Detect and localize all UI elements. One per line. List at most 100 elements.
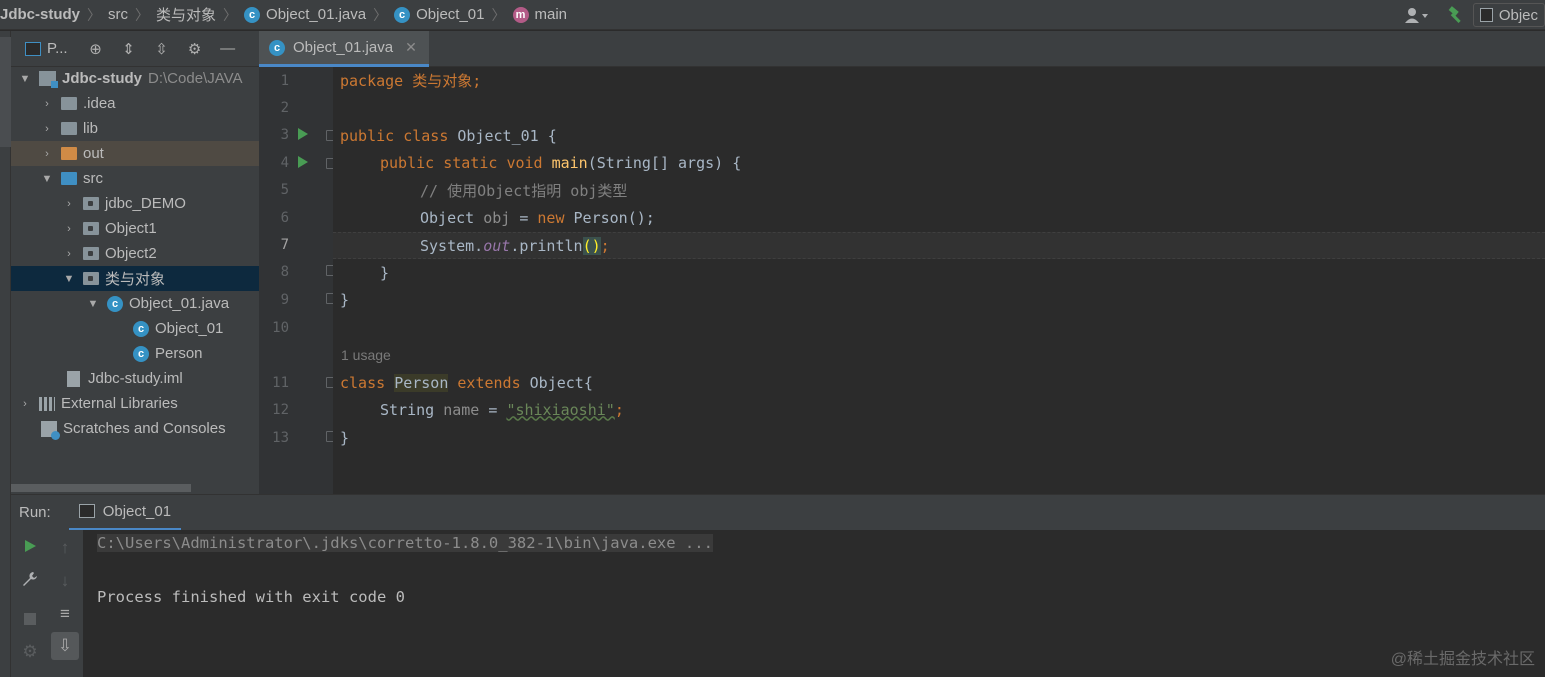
- run-configuration-selector[interactable]: Objec: [1473, 3, 1545, 27]
- operator: =: [510, 208, 538, 227]
- tree-item-project-root[interactable]: ▼ Jdbc-study D:\Code\JAVA: [11, 66, 259, 91]
- tree-item-class-person[interactable]: c Person: [11, 341, 259, 366]
- tree-item-label: External Libraries: [61, 395, 178, 412]
- breadcrumb-file[interactable]: c Object_01.java: [240, 0, 370, 30]
- project-tool-window-tab[interactable]: [0, 37, 11, 147]
- code-editor[interactable]: package 类与对象; public class Object_01 { p…: [333, 67, 1545, 494]
- code-comment: // 使用Object指明 obj类型: [420, 182, 628, 200]
- locate-file-icon[interactable]: ⊕: [86, 39, 106, 59]
- code-line-9: }: [340, 286, 349, 313]
- keyword: extends: [457, 373, 521, 392]
- close-icon[interactable]: ✕: [405, 39, 417, 56]
- tree-item-jdbc-demo[interactable]: › jdbc_DEMO: [11, 191, 259, 216]
- build-hammer-icon[interactable]: [1447, 6, 1465, 24]
- keyword: class: [340, 373, 386, 392]
- source-folder-icon: [61, 172, 77, 185]
- breadcrumb-separator-icon: 〉: [223, 6, 238, 23]
- wrench-icon[interactable]: [18, 567, 42, 591]
- gear-icon[interactable]: ⚙: [185, 39, 205, 59]
- console-exit-message: Process finished with exit code 0: [97, 588, 405, 606]
- tree-item-object1[interactable]: › Object1: [11, 216, 259, 241]
- hide-panel-icon[interactable]: —: [218, 39, 238, 59]
- scratches-icon: [41, 420, 60, 440]
- editor-tab-bar: c Object_01.java ✕: [259, 31, 1545, 67]
- chevron-right-icon: ›: [67, 222, 71, 235]
- breadcrumb-method[interactable]: m main: [509, 0, 572, 30]
- tree-item-java-file[interactable]: ▼ c Object_01.java: [11, 291, 259, 316]
- stop-icon[interactable]: [18, 607, 42, 631]
- tree-item-class-object01[interactable]: c Object_01: [11, 316, 259, 341]
- brace: }: [340, 428, 350, 447]
- soft-wrap-icon[interactable]: ≡: [53, 602, 77, 626]
- horizontal-scrollbar[interactable]: [11, 484, 191, 492]
- tree-item-label: Jdbc-study.iml: [88, 370, 183, 387]
- tree-item-external-libraries[interactable]: › External Libraries: [11, 391, 259, 416]
- console-output[interactable]: C:\Users\Administrator\.jdks\corretto-1.…: [83, 530, 1545, 677]
- tree-item-label: jdbc_DEMO: [105, 195, 186, 212]
- chevron-right-icon: ›: [23, 397, 27, 410]
- code-line-8: }: [380, 259, 389, 286]
- run-tab-object01[interactable]: Object_01: [68, 494, 182, 531]
- user-account-icon[interactable]: [1405, 7, 1429, 23]
- code-line-1: package 类与对象;: [340, 67, 481, 94]
- expand-all-icon[interactable]: ⇕: [119, 39, 139, 59]
- scroll-down-icon[interactable]: ↓: [53, 569, 77, 593]
- tree-item-iml[interactable]: Jdbc-study.iml: [11, 366, 259, 391]
- run-main-icon[interactable]: [298, 156, 308, 168]
- breadcrumb-class[interactable]: c Object_01: [390, 0, 488, 30]
- tree-item-object2[interactable]: › Object2: [11, 241, 259, 266]
- console-command-line: C:\Users\Administrator\.jdks\corretto-1.…: [97, 534, 713, 552]
- breadcrumb-method-label: main: [534, 6, 568, 23]
- line-number: 6: [280, 210, 289, 226]
- string-literal: "shixiaoshi": [506, 400, 615, 419]
- java-class-icon: c: [244, 6, 261, 23]
- variable-name: obj: [483, 208, 511, 227]
- tree-item-idea[interactable]: › .idea: [11, 91, 259, 116]
- run-class-icon[interactable]: [298, 128, 308, 140]
- chevron-right-icon: ›: [67, 247, 71, 260]
- tree-item-package-selected[interactable]: ▼ 类与对象: [11, 266, 259, 291]
- run-tab-label: Object_01: [102, 502, 172, 520]
- line-number: 5: [280, 182, 289, 198]
- tree-item-src[interactable]: ▼ src: [11, 166, 259, 191]
- tree-item-label: src: [83, 170, 103, 187]
- line-number: 11: [272, 375, 289, 391]
- tree-item-out[interactable]: › out: [11, 141, 259, 166]
- scroll-up-icon[interactable]: ↑: [53, 536, 77, 560]
- class-name-highlighted: Person: [394, 373, 449, 392]
- tree-item-label: Jdbc-study: [62, 70, 143, 87]
- breadcrumb-src[interactable]: src: [104, 0, 132, 30]
- class-icon: c: [394, 6, 411, 23]
- usage-hint[interactable]: 1 usage: [341, 347, 391, 363]
- class-ref: System.: [420, 236, 484, 255]
- tree-item-scratches[interactable]: Scratches and Consoles: [11, 416, 259, 441]
- run-panel-label: Run:: [19, 504, 51, 521]
- breadcrumb-project[interactable]: Jdbc-study: [0, 0, 84, 30]
- run-panel-header: Run: Object_01: [11, 494, 1545, 531]
- code-line-3: public class Object_01 {: [340, 122, 557, 149]
- line-number: 12: [272, 402, 289, 418]
- method-params: (String[] args) {: [587, 153, 742, 172]
- tree-item-label: Object2: [105, 245, 157, 262]
- code-line-7: System. out .println();: [420, 232, 610, 259]
- excluded-folder-icon: [61, 147, 77, 160]
- keyword: public: [340, 126, 395, 145]
- editor-tab-object01[interactable]: c Object_01.java ✕: [259, 31, 429, 67]
- field-name: name: [443, 400, 480, 419]
- tree-item-lib[interactable]: › lib: [11, 116, 259, 141]
- editor-tab-label: Object_01.java: [293, 39, 394, 56]
- console-icon: [78, 504, 95, 518]
- scroll-to-end-icon[interactable]: ⇩: [51, 632, 79, 660]
- breadcrumb-package[interactable]: 类与对象: [152, 0, 220, 30]
- package-icon: [83, 197, 99, 210]
- chevron-down-icon: ▼: [63, 272, 75, 285]
- keyword: package: [340, 71, 404, 90]
- rerun-icon[interactable]: [18, 534, 42, 558]
- collapse-all-icon[interactable]: ⇳: [152, 39, 172, 59]
- chevron-down-icon: ▼: [19, 72, 31, 85]
- project-view-selector[interactable]: P...: [25, 40, 68, 57]
- settings-gear-icon[interactable]: ⚙: [18, 640, 42, 664]
- method-name: main: [551, 153, 588, 172]
